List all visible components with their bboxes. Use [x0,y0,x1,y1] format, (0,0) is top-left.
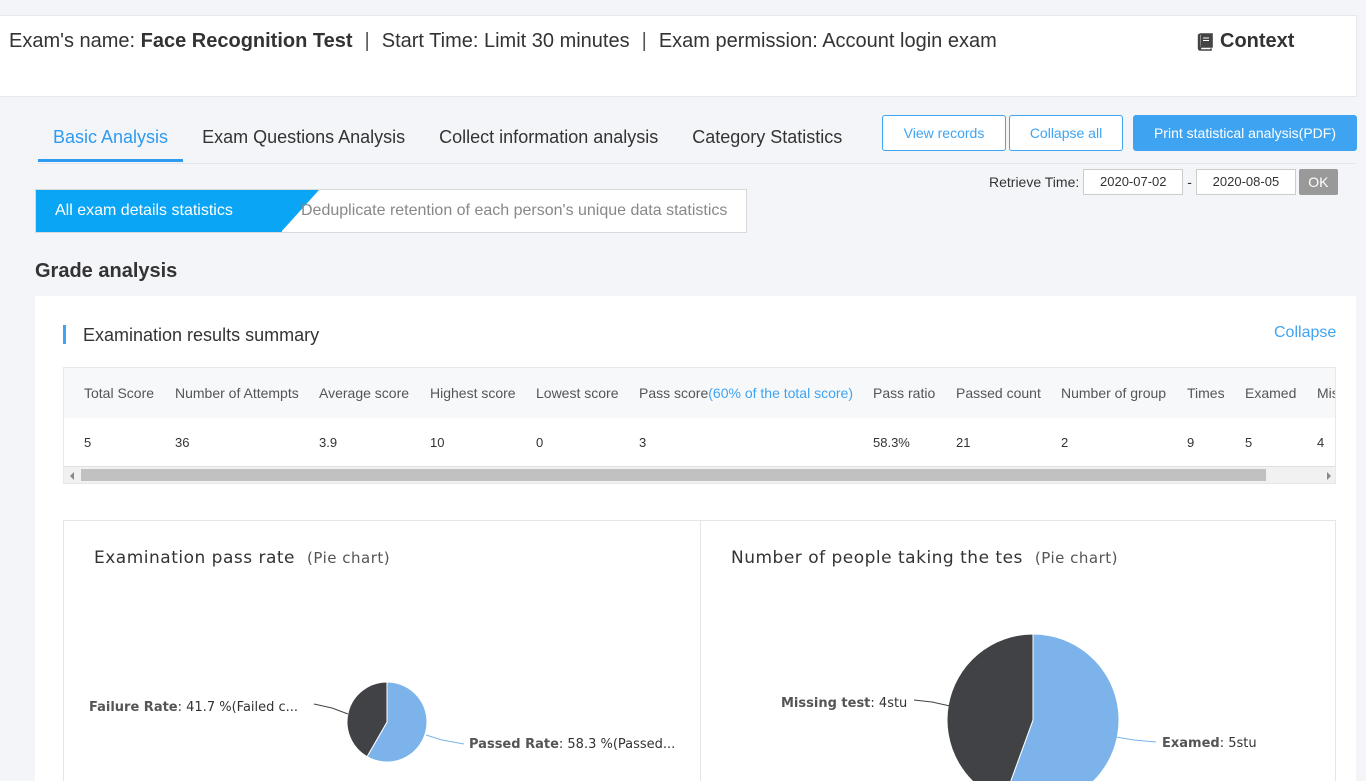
separator: | [641,30,647,52]
summary-title: Examination results summary [63,325,319,345]
missing-test-value: : 4stu [870,696,908,711]
collapse-link[interactable]: Collapse [1274,324,1336,342]
passed-rate-value: : 58.3 %(Passed... [558,737,676,752]
failure-rate-value: : 41.7 %(Failed c... [177,700,299,715]
td-highest-score: 10 [430,435,445,450]
view-records-button[interactable]: View records [882,115,1006,151]
examed-value: : 5stu [1219,736,1257,751]
retrieve-time-label: Retrieve Time: [989,174,1080,190]
missing-test-label: Missing test: 4stu [781,696,907,711]
start-date-input[interactable]: 2020-07-02 [1083,169,1184,195]
td-attempts: 36 [175,435,190,450]
td-lowest-score: 0 [536,435,544,450]
th-number-of-group: Number of group [1061,385,1167,401]
td-total-score: 5 [84,435,92,450]
th-examed: Examed [1245,385,1297,401]
passed-rate-name: Passed Rate [469,737,559,752]
people-subtitle: (Pie chart) [1034,549,1118,567]
th-times: Times [1187,385,1225,401]
summary-table: Total Score Number of Attempts Average s… [63,367,1336,484]
horizontal-scrollbar[interactable] [64,466,1335,483]
td-passed-count: 21 [956,435,971,450]
grade-analysis-title: Grade analysis [35,260,178,282]
passed-rate-label: Passed Rate: 58.3 %(Passed... [469,737,675,752]
print-pdf-button[interactable]: Print statistical analysis(PDF) [1133,115,1357,151]
end-date-input[interactable]: 2020-08-05 [1195,169,1296,195]
failure-rate-label: Failure Rate: 41.7 %(Failed c... [89,700,298,715]
context-link[interactable]: Context [1196,30,1294,53]
missing-test-name: Missing test [781,696,871,711]
statistics-mode-toggle: All exam details statistics Deduplicate … [35,189,747,233]
th-passed-count: Passed count [956,385,1041,401]
exam-permission: Exam permission: Account login exam [658,30,997,52]
td-average-score: 3.9 [319,435,338,450]
date-dash: - [1187,174,1192,190]
exam-name-value: Face Recognition Test [140,30,353,52]
th-highest-score: Highest score [430,385,516,401]
th-total-score: Total Score [84,385,155,401]
pass-score-note: (60% of the total score) [708,385,853,401]
tab-exam-questions-analysis[interactable]: Exam Questions Analysis [187,112,420,162]
analysis-tabs: Basic Analysis Exam Questions Analysis C… [38,112,861,164]
examed-name: Examed [1162,736,1220,751]
start-time: Start Time: Limit 30 minutes [381,30,630,52]
examed-label: Examed: 5stu [1162,736,1257,751]
th-attempts: Number of Attempts [175,385,299,401]
scrollbar-thumb[interactable] [81,469,1266,481]
pass-score-label: Pass score [639,385,709,401]
td-missing: 4 [1317,435,1325,450]
tab-basic-analysis[interactable]: Basic Analysis [38,112,184,162]
exam-header [0,15,1357,97]
tab-collect-information-analysis[interactable]: Collect information analysis [424,112,673,162]
td-pass-ratio: 58.3% [873,435,910,450]
failure-rate-name: Failure Rate [89,700,178,715]
people-chart-title: Number of people taking the tes (Pie char… [731,548,1118,568]
all-exam-details-toggle[interactable]: All exam details statistics [36,190,282,232]
th-pass-ratio: Pass ratio [873,385,936,401]
ok-button[interactable]: OK [1298,169,1338,195]
tabs-divider [38,163,1356,164]
exam-name-label: Exam's name: [9,30,141,52]
exam-info: Exam's name: Face Recognition Test | Start… [9,30,997,53]
td-times: 9 [1187,435,1195,450]
th-lowest-score: Lowest score [536,385,619,401]
deduplicate-toggle[interactable]: Deduplicate retention of each person's u… [301,190,727,232]
context-label: Context [1220,30,1295,52]
th-average-score: Average score [319,385,410,401]
separator: | [364,30,370,52]
scroll-right-icon[interactable] [1327,472,1331,480]
tab-category-statistics[interactable]: Category Statistics [677,112,857,162]
book-icon [1197,32,1213,51]
td-pass-score: 3 [639,435,647,450]
th-pass-score: Pass score(60% of the total score) [639,385,853,401]
people-title-text: Number of people taking the tes [731,548,1023,568]
td-number-of-group: 2 [1061,435,1069,450]
pass-rate-chart-title: Examination pass rate (Pie chart) [94,548,390,568]
pass-rate-title-text: Examination pass rate [94,548,296,568]
pass-rate-subtitle: (Pie chart) [307,549,391,567]
retrieve-time: Retrieve Time: 2020-07-02 - 2020-08-05 O… [989,169,1338,195]
th-missing: Mis [1317,385,1335,401]
td-examed: 5 [1245,435,1253,450]
collapse-all-button[interactable]: Collapse all [1009,115,1123,151]
scroll-left-icon[interactable] [70,472,74,480]
